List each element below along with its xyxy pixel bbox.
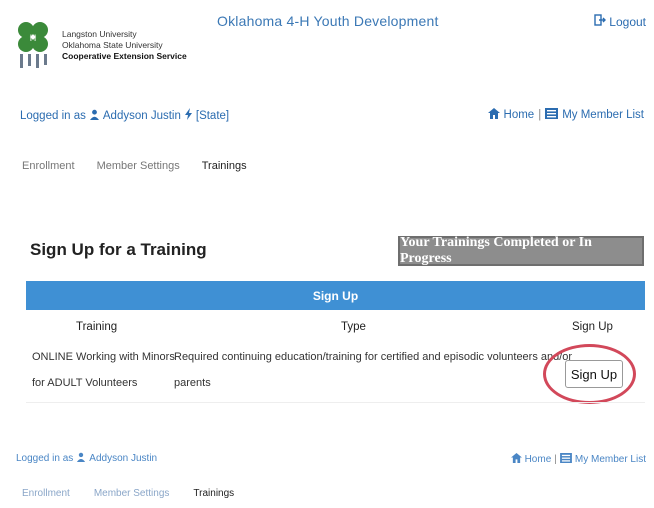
footer-nav-separator: | <box>554 454 557 465</box>
lightning-icon <box>184 108 193 123</box>
footer-member-list-link[interactable]: My Member List <box>575 454 646 465</box>
nav-separator: | <box>538 109 542 121</box>
institution-line-2: Oklahoma State University <box>62 40 163 50</box>
tab-bar: Enrollment Member Settings Trainings <box>22 160 247 172</box>
training-type: Required continuing education/training f… <box>174 344 572 396</box>
panel-header: Sign Up <box>26 281 645 310</box>
list-icon <box>559 453 572 466</box>
training-type-line-2: parents <box>174 377 211 389</box>
footer-tab-trainings[interactable]: Trainings <box>193 488 234 499</box>
user-icon <box>89 109 100 123</box>
completed-trainings-button[interactable]: Your Trainings Completed or In Progress <box>398 235 644 266</box>
column-header-training: Training <box>76 321 118 333</box>
training-name-line-2: for ADULT Volunteers <box>32 377 138 389</box>
svg-text:H: H <box>30 33 37 43</box>
footer-tab-bar: Enrollment Member Settings Trainings <box>22 488 234 499</box>
row-divider <box>26 402 645 403</box>
logged-in-prefix: Logged in as <box>20 109 86 122</box>
footer-tab-member-settings[interactable]: Member Settings <box>94 488 170 499</box>
user-icon <box>76 452 86 465</box>
user-role: [State] <box>195 109 230 122</box>
top-nav-links: Home | My Member List <box>487 108 644 122</box>
tab-member-settings[interactable]: Member Settings <box>97 160 180 172</box>
logout-icon <box>594 14 607 29</box>
footer-nav-links: Home | My Member List <box>510 453 646 466</box>
footer-home-link[interactable]: Home <box>525 454 552 465</box>
column-header-sign-up: Sign Up <box>572 321 613 333</box>
footer-user-name: Addyson Justin <box>89 453 158 464</box>
table-row: ONLINE Working with Minors for ADULT Vol… <box>32 344 175 396</box>
user-name: Addyson Justin <box>102 109 181 122</box>
4h-clover-logo: H <box>12 16 54 70</box>
home-link[interactable]: Home <box>504 109 535 121</box>
training-type-line-1: Required continuing education/training f… <box>174 351 573 363</box>
page-title: Sign Up for a Training <box>30 240 207 259</box>
tab-trainings[interactable]: Trainings <box>202 160 247 172</box>
tab-enrollment[interactable]: Enrollment <box>22 160 75 172</box>
logout-label: Logout <box>609 14 646 29</box>
app-title: Oklahoma 4-H Youth Development <box>217 13 439 29</box>
member-list-link[interactable]: My Member List <box>562 109 644 121</box>
column-header-type: Type <box>341 321 366 333</box>
user-bar: Logged in as Addyson Justin [State] <box>20 108 229 123</box>
footer-user-bar: Logged in as Addyson Justin <box>16 452 157 465</box>
list-icon <box>545 108 559 122</box>
training-name-line-1: ONLINE Working with Minors <box>32 351 175 363</box>
home-icon <box>487 108 500 122</box>
highlight-circle <box>543 344 636 404</box>
home-icon <box>510 453 522 466</box>
footer-logged-in-prefix: Logged in as <box>16 453 74 464</box>
logout-link[interactable]: Logout <box>594 14 646 29</box>
institution-block: Langston University Oklahoma State Unive… <box>62 29 187 62</box>
institution-line-1: Langston University <box>62 29 137 39</box>
institution-line-3: Cooperative Extension Service <box>62 51 187 61</box>
footer-tab-enrollment[interactable]: Enrollment <box>22 488 70 499</box>
